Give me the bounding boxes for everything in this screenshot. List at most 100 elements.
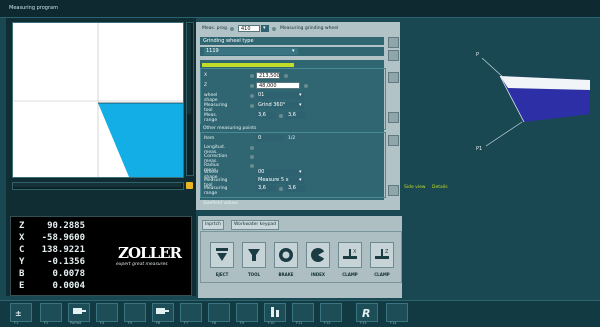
clamp-x-button[interactable]: X bbox=[338, 242, 362, 268]
item-dropdown[interactable]: 0 bbox=[256, 135, 284, 142]
eject-button[interactable] bbox=[210, 242, 234, 268]
side-view-link[interactable]: Side view bbox=[404, 185, 426, 190]
logo-tagline: expert great measures bbox=[116, 262, 168, 267]
measuring-tool-dropdown[interactable]: Grind 360° bbox=[256, 102, 304, 109]
window-title: Measuring program bbox=[9, 5, 58, 11]
measuring-range-2-a-dropdown[interactable]: 3,6 bbox=[256, 185, 276, 192]
fkey-13-label: F13 bbox=[360, 321, 367, 325]
side-button-3[interactable] bbox=[388, 72, 399, 83]
measuring-range-2-a-value: 3,6 bbox=[258, 185, 266, 191]
fkey-10-label: F10 bbox=[268, 321, 275, 325]
tool-icon bbox=[248, 249, 260, 261]
measuring-tool-knob-icon bbox=[250, 104, 254, 108]
clamp-z-button[interactable]: Z bbox=[370, 242, 394, 268]
wheel-shape-knob-icon bbox=[250, 94, 254, 98]
brake-button[interactable] bbox=[274, 242, 298, 268]
fkey-10-button[interactable] bbox=[264, 303, 286, 322]
range-separator-icon bbox=[279, 187, 283, 191]
axis-z-label: Z bbox=[19, 221, 25, 231]
details-link[interactable]: Details bbox=[432, 185, 448, 190]
fkey-5-button[interactable] bbox=[124, 303, 146, 322]
wheel-type-dropdown[interactable]: 1119 bbox=[204, 48, 298, 55]
preview-vertical-thumb[interactable] bbox=[187, 24, 191, 114]
z-knob-right-icon bbox=[304, 84, 308, 88]
item-label: Item bbox=[204, 136, 215, 141]
wheel-shape-dropdown[interactable]: 01 bbox=[256, 92, 304, 99]
fkey-1-label: F1 bbox=[14, 321, 19, 325]
fkey-6-label: F6 bbox=[156, 321, 161, 325]
fkey-5-label: F5 bbox=[128, 321, 133, 325]
fkey-4-label: F4 bbox=[100, 321, 105, 325]
z-knob-icon bbox=[250, 84, 254, 88]
fkey-8-button[interactable] bbox=[208, 303, 230, 322]
svg-text:±: ± bbox=[15, 309, 22, 318]
prog-knob-icon bbox=[230, 27, 234, 31]
measuring-grinding-wheel-label: Measuring grinding wheel bbox=[280, 26, 339, 31]
tab-workwater-keypad[interactable]: Workwater keypad bbox=[231, 220, 279, 230]
point-p1-label: P1 bbox=[476, 146, 483, 152]
measuring-tool-label: Measuring tool bbox=[204, 103, 228, 113]
meas-range-b-dropdown[interactable]: 3,6 bbox=[286, 112, 306, 119]
fkey-13-button[interactable]: R bbox=[356, 303, 378, 322]
wheel-shape-value: 01 bbox=[258, 92, 265, 98]
chevron-down-icon: ▾ bbox=[299, 169, 302, 175]
side-button-5[interactable] bbox=[388, 135, 399, 146]
side-button-1[interactable] bbox=[388, 37, 399, 48]
meas-range-label: Meas. range bbox=[204, 113, 218, 123]
chevron-down-icon[interactable]: ▾ bbox=[261, 25, 269, 32]
fkey-14-button[interactable] bbox=[386, 303, 408, 322]
readout-row-e: E 0.0004 bbox=[19, 281, 85, 291]
spindle-icon bbox=[271, 307, 279, 317]
measuring-range-2-b-value: 3,6 bbox=[288, 185, 296, 191]
axis-c-label: C bbox=[19, 245, 25, 255]
tool-button[interactable] bbox=[242, 242, 266, 268]
fkey-12-button[interactable] bbox=[320, 303, 342, 322]
x-knob-right-icon bbox=[284, 74, 288, 78]
side-button-2[interactable] bbox=[388, 50, 399, 61]
x-input[interactable]: 213,500 bbox=[256, 72, 280, 79]
item-suffix: 1/2 bbox=[288, 136, 296, 141]
z-input[interactable]: 48,000 bbox=[256, 82, 300, 89]
tab-inprtch[interactable]: Inprtch bbox=[202, 220, 224, 230]
meas-range-b-value: 3,6 bbox=[288, 112, 296, 118]
measuring-range-2-b-dropdown[interactable]: 3,6 bbox=[286, 185, 306, 192]
preview-drawing bbox=[13, 23, 183, 177]
index-button[interactable] bbox=[306, 242, 330, 268]
wheel-shape-2-dropdown[interactable]: 00 bbox=[256, 169, 304, 176]
fkey-6-button[interactable] bbox=[152, 303, 174, 322]
axis-z-value: 90.2885 bbox=[47, 221, 85, 231]
sizefield-values-label: Sizefield values bbox=[203, 201, 239, 206]
index-icon bbox=[311, 248, 325, 262]
wheel-shape-2-value: 00 bbox=[258, 169, 265, 175]
meas-prog-input[interactable]: 410 bbox=[238, 25, 260, 32]
fkey-9-button[interactable] bbox=[236, 303, 258, 322]
axis-e-label: E bbox=[19, 281, 25, 291]
fkey-7-label: F7 bbox=[184, 321, 189, 325]
fkey-3-button[interactable] bbox=[68, 303, 90, 322]
fkey-1-button[interactable]: ± bbox=[10, 303, 32, 322]
param-group-box bbox=[200, 68, 386, 130]
readout-row-c: C 138.9221 bbox=[19, 245, 85, 255]
axis-b-label: B bbox=[19, 269, 25, 279]
side-button-6[interactable] bbox=[388, 185, 399, 196]
eject-label: EJECT bbox=[215, 272, 229, 277]
fkey-9-label: F9 bbox=[240, 321, 245, 325]
fkey-7-button[interactable] bbox=[180, 303, 202, 322]
tool-label: TOOL bbox=[247, 272, 261, 277]
fkey-4-button[interactable] bbox=[96, 303, 118, 322]
correction-knob-icon bbox=[250, 155, 254, 159]
tool-transfer-icon bbox=[73, 308, 86, 314]
edit-pencil-icon[interactable] bbox=[186, 182, 193, 189]
side-button-4[interactable] bbox=[388, 112, 399, 123]
axis-y-label: Y bbox=[19, 257, 25, 267]
meas-range-a-dropdown[interactable]: 3,6 bbox=[256, 112, 276, 119]
fkey-11-button[interactable] bbox=[292, 303, 314, 322]
chevron-down-icon: ▾ bbox=[299, 177, 302, 183]
fkey-14-label: F14 bbox=[390, 321, 397, 325]
measuring-tool-2-dropdown[interactable]: Measure 5 x bbox=[256, 177, 304, 184]
active-field-bar bbox=[202, 63, 294, 67]
radius-knob-icon bbox=[250, 164, 254, 168]
preview-horizontal-thumb[interactable] bbox=[13, 183, 181, 187]
chevron-down-icon: ▾ bbox=[299, 102, 302, 108]
fkey-2-button[interactable] bbox=[40, 303, 62, 322]
